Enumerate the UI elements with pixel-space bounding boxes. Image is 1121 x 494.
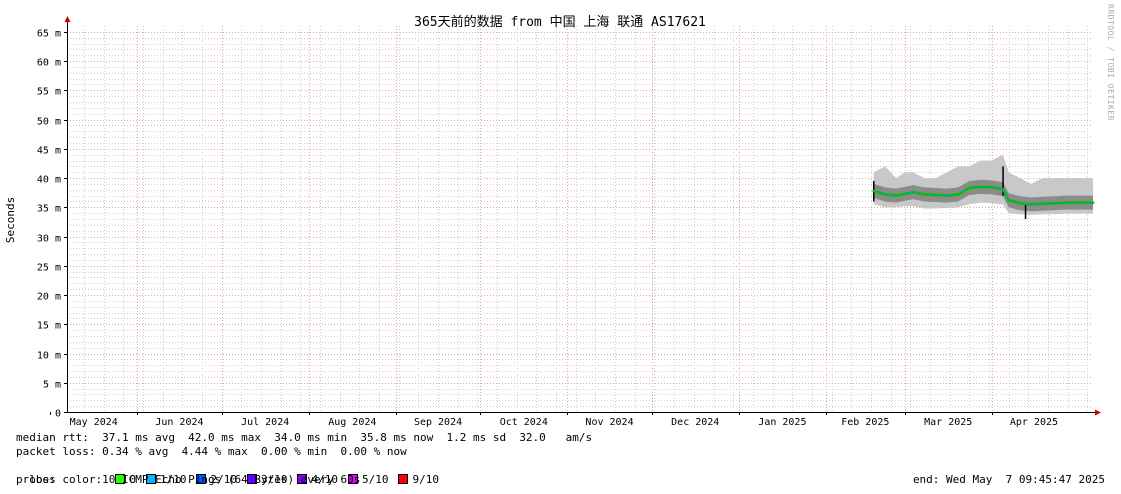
median-point: [1041, 202, 1044, 206]
y-tick-label: 20 m: [37, 292, 61, 303]
median-point: [968, 186, 971, 190]
y-tick-label: 55 m: [37, 87, 61, 98]
median-point: [1091, 201, 1095, 204]
x-tick-label: Oct 2024: [500, 417, 548, 428]
y-tick-label: 65 m: [37, 29, 61, 40]
median-point: [923, 193, 926, 196]
median-point: [1018, 201, 1022, 205]
latency-chart: 0 5 m 10 m 15 m 20 m 25 m 30 m 35 m 40 m 45 m 50 m…: [4, 14, 1101, 428]
median-rtt-stats: median rtt: 37.1 ms avg 42.0 ms max 34.0…: [16, 431, 593, 444]
median-point: [903, 192, 906, 196]
y-tick-label: 45 m: [37, 146, 61, 157]
x-tick-label: Apr 2025: [1010, 417, 1058, 428]
median-point: [945, 194, 949, 197]
median-point: [894, 194, 898, 197]
y-tick-label: 15 m: [37, 321, 61, 332]
median-point: [979, 185, 982, 189]
y-tick-label: 35 m: [37, 204, 61, 215]
axes: 0 5 m 10 m 15 m 20 m 25 m 30 m 35 m 40 m 45 m 50 m…: [37, 16, 1101, 428]
grid: [67, 26, 1093, 412]
packet-loss-stats: packet loss: 0.34 % avg 4.44 % max 0.00 …: [16, 445, 407, 458]
chart-title: 365天前的数据 from 中国 上海 联通 AS17621: [414, 14, 706, 30]
median-point: [990, 186, 994, 189]
x-tick-label: Sep 2024: [414, 417, 462, 428]
end-timestamp: end: Wed May 7 09:45:47 2025: [912, 473, 1105, 486]
y-axis-arrow: [64, 16, 71, 22]
x-tick-label: Aug 2024: [328, 417, 376, 428]
probe-info: probe: 10 ICMP Echo Pings (64 Bytes) eve…: [16, 473, 361, 486]
x-tick-label: Mar 2025: [924, 417, 972, 428]
y-tick-label: 40 m: [37, 175, 61, 186]
median-point: [883, 193, 887, 196]
y-tick-label: 10 m: [37, 351, 61, 362]
x-tick-label: May 2024: [70, 417, 118, 428]
loss-color-swatch: [398, 474, 409, 484]
median-point: [956, 193, 960, 196]
median-point: [1063, 201, 1067, 204]
x-tick-label: Jun 2024: [155, 417, 203, 428]
median-point: [1001, 187, 1005, 191]
y-axis-label: Seconds: [4, 197, 17, 243]
median-point: [872, 189, 875, 193]
y-tick-label: 30 m: [37, 234, 61, 245]
median-point: [1052, 201, 1055, 205]
x-tick-label: Feb 2025: [841, 417, 889, 428]
loss-color-item-label: 9/10: [412, 473, 439, 486]
x-tick-label: Jan 2025: [758, 417, 806, 428]
loss-color-item-label: 5/10: [361, 473, 389, 486]
x-tick-label: Nov 2024: [585, 417, 633, 428]
median-point: [934, 193, 937, 197]
median-point: [911, 190, 915, 194]
y-tick-label: 25 m: [37, 263, 61, 274]
watermark: RRDTOOL / TOBI OETIKER: [1106, 4, 1115, 121]
x-axis-arrow: [1095, 409, 1101, 416]
x-tick-label: Jul 2024: [241, 417, 289, 428]
median-point: [1007, 199, 1010, 202]
y-tick-label: 0: [55, 409, 61, 420]
loss-color-item: 9/10: [398, 473, 439, 486]
y-tick-label: 50 m: [37, 117, 61, 128]
y-tick-label: 60 m: [37, 58, 61, 69]
y-tick-label: 5 m: [43, 380, 61, 391]
median-point: [1074, 201, 1078, 204]
median-point: [1029, 203, 1033, 206]
x-tick-label: Dec 2024: [671, 417, 719, 428]
